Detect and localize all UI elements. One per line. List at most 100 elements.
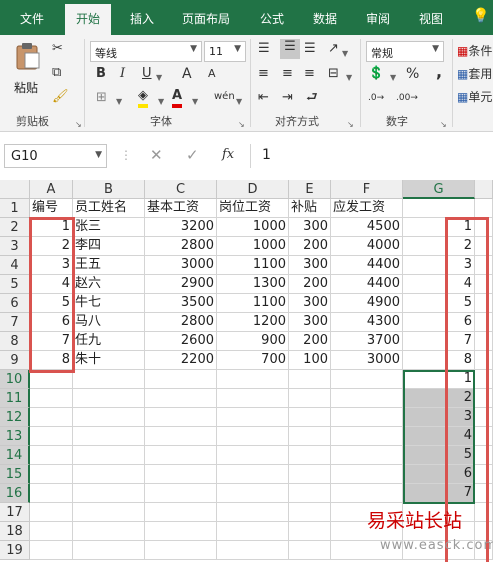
increase-indent-icon[interactable]: ⇥ [282, 90, 293, 106]
cell[interactable] [289, 503, 331, 522]
table-cell[interactable]: 1 [30, 218, 73, 237]
tab-view[interactable]: 视图 [419, 10, 443, 27]
cell[interactable] [145, 503, 217, 522]
cell[interactable] [145, 427, 217, 446]
table-cell[interactable]: 200 [289, 332, 331, 351]
align-top-icon[interactable]: ☰ [258, 41, 270, 57]
format-table-button[interactable]: ▦套用 [457, 66, 492, 82]
column-header-g[interactable]: G [403, 180, 475, 199]
fill-cell[interactable]: 4 [403, 427, 475, 446]
cell[interactable] [217, 503, 289, 522]
decrease-decimal-icon[interactable]: .00→ [396, 90, 418, 106]
percent-button[interactable]: % [406, 66, 419, 82]
cell[interactable] [217, 370, 289, 389]
cell[interactable] [475, 199, 493, 218]
font-launcher-icon[interactable]: ↘ [238, 117, 245, 133]
table-cell[interactable]: 700 [217, 351, 289, 370]
table-cell[interactable]: 4300 [331, 313, 403, 332]
tab-data[interactable]: 数据 [313, 10, 337, 27]
cell[interactable] [475, 275, 493, 294]
cell[interactable] [145, 408, 217, 427]
column-header-d[interactable]: D [217, 180, 289, 199]
table-cell[interactable]: 100 [289, 351, 331, 370]
cell-styles-button[interactable]: ▦单元 [457, 89, 492, 105]
row-header[interactable]: 3 [0, 237, 30, 256]
table-cell[interactable]: 2 [403, 237, 475, 256]
table-cell[interactable]: 3700 [331, 332, 403, 351]
select-all-corner[interactable] [0, 180, 30, 199]
enter-icon[interactable]: ✓ [186, 146, 199, 164]
table-cell[interactable]: 李四 [73, 237, 145, 256]
cell[interactable] [475, 446, 493, 465]
table-cell[interactable]: 1000 [217, 218, 289, 237]
row-header[interactable]: 15 [0, 465, 30, 484]
cell[interactable] [30, 370, 73, 389]
cell[interactable] [331, 427, 403, 446]
chevron-down-icon[interactable]: ▼ [390, 70, 396, 86]
cell[interactable] [217, 465, 289, 484]
header-cell[interactable]: 补贴 [289, 199, 331, 218]
cell[interactable] [217, 522, 289, 541]
cell[interactable] [331, 389, 403, 408]
row-header[interactable]: 11 [0, 389, 30, 408]
row-header[interactable]: 9 [0, 351, 30, 370]
grow-font-button[interactable]: A [182, 66, 192, 82]
table-cell[interactable]: 王五 [73, 256, 145, 275]
table-cell[interactable]: 3000 [145, 256, 217, 275]
font-color-button[interactable]: A [172, 88, 183, 108]
cell[interactable] [331, 484, 403, 503]
cell[interactable] [475, 427, 493, 446]
cell[interactable] [73, 370, 145, 389]
cell[interactable] [217, 484, 289, 503]
chevron-down-icon[interactable]: ▼ [156, 70, 162, 86]
chevron-down-icon[interactable]: ▼ [116, 94, 122, 110]
bold-button[interactable]: B [96, 66, 106, 82]
cell[interactable] [30, 408, 73, 427]
cell[interactable] [289, 541, 331, 560]
table-cell[interactable]: 牛七 [73, 294, 145, 313]
table-cell[interactable]: 4400 [331, 256, 403, 275]
cell[interactable] [30, 389, 73, 408]
cell[interactable] [475, 237, 493, 256]
cell[interactable] [30, 446, 73, 465]
align-bottom-icon[interactable]: ☰ [304, 41, 316, 57]
table-cell[interactable]: 300 [289, 218, 331, 237]
clipboard-launcher-icon[interactable]: ↘ [75, 117, 82, 133]
row-header[interactable]: 7 [0, 313, 30, 332]
table-cell[interactable]: 4 [403, 275, 475, 294]
table-cell[interactable]: 2900 [145, 275, 217, 294]
table-cell[interactable]: 200 [289, 237, 331, 256]
row-header[interactable]: 4 [0, 256, 30, 275]
cut-icon[interactable]: ✂ [52, 41, 63, 57]
copy-icon[interactable]: ⧉ [52, 65, 61, 81]
font-size-select[interactable]: 11 ▼ [204, 41, 246, 62]
cell[interactable] [403, 199, 475, 218]
name-box[interactable]: G10 ▼ [4, 144, 107, 168]
number-launcher-icon[interactable]: ↘ [440, 117, 447, 133]
align-right-icon[interactable]: ≡ [304, 66, 315, 82]
header-cell[interactable]: 岗位工资 [217, 199, 289, 218]
cell[interactable] [73, 541, 145, 560]
table-cell[interactable]: 1000 [217, 237, 289, 256]
table-cell[interactable]: 3500 [145, 294, 217, 313]
tab-formulas[interactable]: 公式 [260, 10, 284, 27]
orientation-icon[interactable]: ↗ [328, 41, 339, 57]
chevron-down-icon[interactable]: ▼ [236, 94, 242, 110]
table-cell[interactable]: 8 [30, 351, 73, 370]
cell[interactable] [475, 465, 493, 484]
row-header[interactable]: 1 [0, 199, 30, 218]
shrink-font-button[interactable]: A [208, 66, 216, 82]
decrease-indent-icon[interactable]: ⇤ [258, 90, 269, 106]
insert-function-button[interactable]: fx [222, 147, 234, 162]
table-cell[interactable]: 2200 [145, 351, 217, 370]
table-cell[interactable]: 5 [403, 294, 475, 313]
row-header[interactable]: 14 [0, 446, 30, 465]
italic-button[interactable]: I [120, 66, 125, 82]
align-left-icon[interactable]: ≡ [258, 66, 269, 82]
cell[interactable] [289, 465, 331, 484]
cell[interactable] [475, 503, 493, 522]
cell[interactable] [475, 389, 493, 408]
row-header[interactable]: 18 [0, 522, 30, 541]
table-cell[interactable]: 4900 [331, 294, 403, 313]
table-cell[interactable]: 赵六 [73, 275, 145, 294]
